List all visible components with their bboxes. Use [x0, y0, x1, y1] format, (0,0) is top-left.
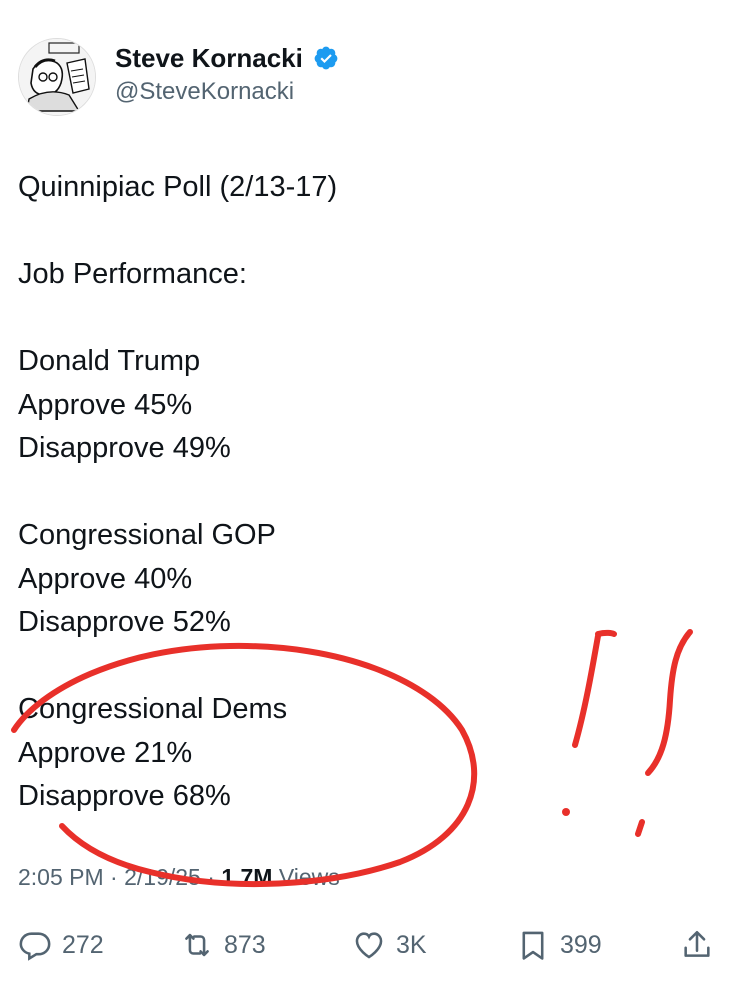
- repost-icon: [185, 933, 209, 957]
- repost-count: 873: [224, 930, 266, 959]
- tweet-line: Job Performance:: [18, 258, 247, 290]
- tweet-line: Disapprove 52%: [18, 606, 231, 638]
- meta-separator: ·: [200, 864, 222, 890]
- tweet-line: Approve 40%: [18, 562, 193, 595]
- tweet-line: Donald Trump: [18, 345, 201, 377]
- tweet-line: Approve 45%: [18, 388, 193, 421]
- share-icon: [684, 930, 710, 957]
- tweet-actions: 272 873 3K 399: [0, 920, 738, 970]
- like-button[interactable]: 3K: [352, 920, 427, 970]
- tweet-line: Approve 21%: [18, 736, 193, 769]
- tweet-meta: 2:05 PM · 2/19/25 · 1.7M Views: [18, 864, 340, 891]
- like-icon: [355, 932, 383, 959]
- tweet-time[interactable]: 2:05 PM: [18, 864, 104, 890]
- like-count: 3K: [396, 930, 427, 959]
- bookmark-icon: [522, 931, 544, 960]
- avatar-illustration: [19, 39, 95, 115]
- author-names: Steve Kornacki @SteveKornacki: [115, 42, 339, 108]
- tweet-text: Quinnipiac Poll (2/13-17) Job Performanc…: [18, 166, 718, 819]
- tweet-line: Disapprove 49%: [18, 432, 231, 464]
- tweet-date[interactable]: 2/19/25: [124, 864, 201, 890]
- tweet-line: Quinnipiac Poll (2/13-17): [18, 171, 338, 203]
- views-count[interactable]: 1.7M: [221, 864, 272, 890]
- repost-button[interactable]: 873: [180, 920, 266, 970]
- display-name[interactable]: Steve Kornacki: [115, 42, 303, 74]
- tweet-line: Congressional Dems: [18, 693, 288, 725]
- reply-icon: [19, 932, 51, 961]
- tweet-header: Steve Kornacki @SteveKornacki: [18, 34, 718, 116]
- reply-button[interactable]: 272: [18, 920, 104, 970]
- annotation-dot-2: [635, 819, 645, 837]
- meta-separator: ·: [103, 864, 125, 890]
- verified-badge-icon: [313, 45, 339, 71]
- bookmark-button[interactable]: 399: [516, 920, 602, 970]
- views-label: Views: [272, 864, 340, 890]
- bookmark-count: 399: [560, 930, 602, 959]
- tweet-line: Disapprove 68%: [18, 780, 231, 812]
- share-button[interactable]: [680, 920, 724, 970]
- author-handle[interactable]: @SteveKornacki: [115, 76, 339, 108]
- avatar[interactable]: [18, 38, 96, 116]
- reply-count: 272: [62, 930, 104, 959]
- tweet-line: Congressional GOP: [18, 519, 276, 551]
